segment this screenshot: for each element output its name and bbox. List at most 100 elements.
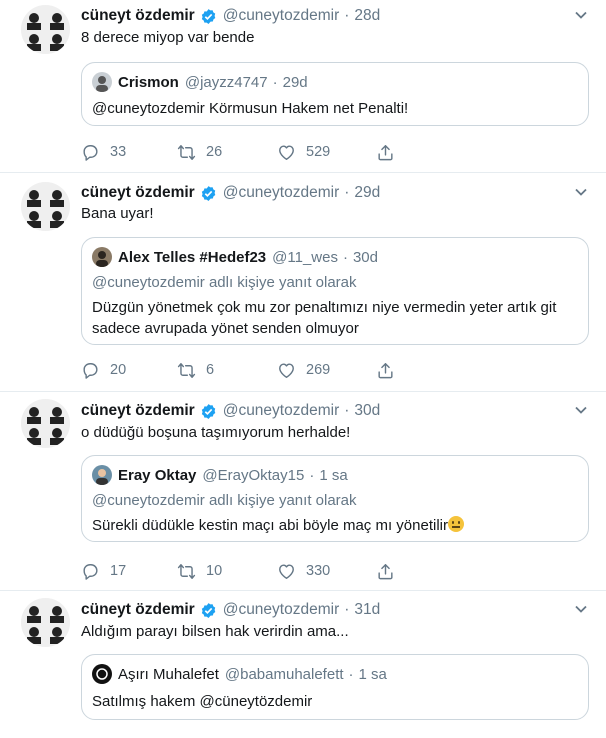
tweet-actions: 17 10 330 [81,560,421,582]
quoted-timestamp: 30d [352,248,378,266]
quoted-tweet-header: Crismon @jayzz4747 · 29d [92,72,308,92]
avatar[interactable] [21,5,70,54]
share-icon [378,362,393,378]
tweet-actions: 20 6 269 [81,359,421,381]
quoted-tweet-text: Satılmış hakem @cüneytözdemir [92,693,313,710]
quoted-author-name: Aşırı Muhalefet [118,665,219,683]
avatar[interactable] [21,399,70,448]
like-button[interactable]: 529 [277,141,330,163]
tweet-header: cüneyt özdemir @cuneytozdemir · 30d [81,400,380,422]
verified-badge-icon [201,602,216,618]
quoted-tweet-header: Alex Telles #Hedef23 @11_wes · 30d [92,247,378,267]
quoted-author-handle: @11_wes [272,248,338,266]
retweet-button[interactable]: 10 [177,560,222,582]
quoted-tweet[interactable]: Aşırı Muhalefet @babamuhalefett · 1 sa S… [81,654,589,720]
retweet-count: 26 [206,144,223,160]
tweet-actions: 33 26 529 [81,141,421,163]
chevron-down-icon[interactable] [574,185,588,199]
share-button[interactable] [376,141,405,163]
timestamp[interactable]: 30d [354,402,380,420]
chevron-down-icon[interactable] [574,403,588,417]
reply-count: 33 [110,144,127,160]
tweet[interactable]: cüneyt özdemir @cuneytozdemir · 28d 8 de… [0,0,606,173]
reply-icon [83,144,98,161]
quoted-avatar [92,247,112,267]
quoted-tweet-text: @cuneytozdemir Körmusun Hakem net Penalt… [92,100,409,117]
share-button[interactable] [376,560,405,582]
quoted-author-handle: @babamuhalefett [224,665,344,683]
reply-icon [83,563,98,580]
avatar[interactable] [21,182,70,231]
neutral-face-emoji-icon [448,516,464,532]
tweet-text: o düdüğü boşuna taşımıyorum herhalde! [81,424,351,441]
tweet[interactable]: cüneyt özdemir @cuneytozdemir · 31d Aldı… [0,591,606,738]
retweet-icon [177,144,196,160]
author-handle[interactable]: @cuneytozdemir [223,7,340,25]
reply-icon [83,362,98,379]
like-icon [279,563,294,579]
chevron-down-icon[interactable] [574,8,588,22]
like-icon [279,144,294,160]
tweet-timeline: cüneyt özdemir @cuneytozdemir · 28d 8 de… [0,0,606,738]
author-name[interactable]: cüneyt özdemir [81,7,195,25]
tweet-header: cüneyt özdemir @cuneytozdemir · 28d [81,5,380,27]
quoted-tweet-header: Eray Oktay @ErayOktay15 · 1 sa [92,465,348,485]
reply-count: 20 [110,362,127,378]
timestamp[interactable]: 28d [354,7,380,25]
author-handle[interactable]: @cuneytozdemir [223,402,340,420]
quoted-author-name: Crismon [118,73,179,91]
quoted-tweet-text: Sürekli düdükle kestin maçı abi böyle ma… [92,517,448,534]
separator: · [348,665,354,683]
author-handle[interactable]: @cuneytozdemir [223,184,340,202]
retweet-count: 6 [206,362,215,378]
author-name[interactable]: cüneyt özdemir [81,402,195,420]
like-count: 529 [306,144,331,160]
tweet-header: cüneyt özdemir @cuneytozdemir · 31d [81,599,380,621]
separator: · [342,248,348,266]
tweet-text: Bana uyar! [81,205,154,222]
share-icon [378,563,393,579]
quoted-author-name: Alex Telles #Hedef23 [118,248,267,266]
author-handle[interactable]: @cuneytozdemir [223,601,340,619]
separator: · [309,466,315,484]
quoted-tweet-text: Düzgün yönetmek çok mu zor penaltımızı n… [92,299,557,337]
share-button[interactable] [376,359,405,381]
tweet[interactable]: cüneyt özdemir @cuneytozdemir · 30d o dü… [0,392,606,591]
tweet-text: Aldığım parayı bilsen hak verirdin ama..… [81,623,349,640]
like-count: 330 [306,563,331,579]
timestamp[interactable]: 31d [354,601,380,619]
quoted-tweet[interactable]: Eray Oktay @ErayOktay15 · 1 sa @cuneytoz… [81,455,589,542]
verified-badge-icon [201,8,216,24]
avatar[interactable] [21,598,70,647]
like-button[interactable]: 269 [277,359,330,381]
quoted-avatar [92,465,112,485]
timestamp[interactable]: 29d [354,184,380,202]
quoted-author-handle: @ErayOktay15 [202,466,305,484]
like-count: 269 [306,362,331,378]
tweet-header: cüneyt özdemir @cuneytozdemir · 29d [81,182,380,204]
separator: · [344,601,350,618]
quoted-timestamp: 1 sa [319,466,348,484]
separator: · [344,7,350,24]
quoted-tweet[interactable]: Alex Telles #Hedef23 @11_wes · 30d @cune… [81,237,589,345]
reply-button[interactable]: 33 [81,141,126,163]
like-button[interactable]: 330 [277,560,330,582]
author-name[interactable]: cüneyt özdemir [81,601,195,619]
verified-badge-icon [201,185,216,201]
share-icon [378,144,393,160]
tweet-text: 8 derece miyop var bende [81,29,255,46]
separator: · [272,73,278,91]
quoted-timestamp: 1 sa [358,665,387,683]
quoted-tweet[interactable]: Crismon @jayzz4747 · 29d @cuneytozdemir … [81,62,589,126]
reply-context: @cuneytozdemir adlı kişiye yanıt olarak [92,492,357,509]
chevron-down-icon[interactable] [574,602,588,616]
reply-button[interactable]: 17 [81,560,126,582]
retweet-button[interactable]: 26 [177,141,222,163]
author-name[interactable]: cüneyt özdemir [81,184,195,202]
reply-button[interactable]: 20 [81,359,126,381]
quoted-tweet-text-wrap: Sürekli düdükle kestin maçı abi böyle ma… [92,515,576,536]
like-icon [279,362,294,378]
tweet[interactable]: cüneyt özdemir @cuneytozdemir · 29d Bana… [0,173,606,392]
verified-badge-icon [201,403,216,419]
retweet-button[interactable]: 6 [177,359,214,381]
